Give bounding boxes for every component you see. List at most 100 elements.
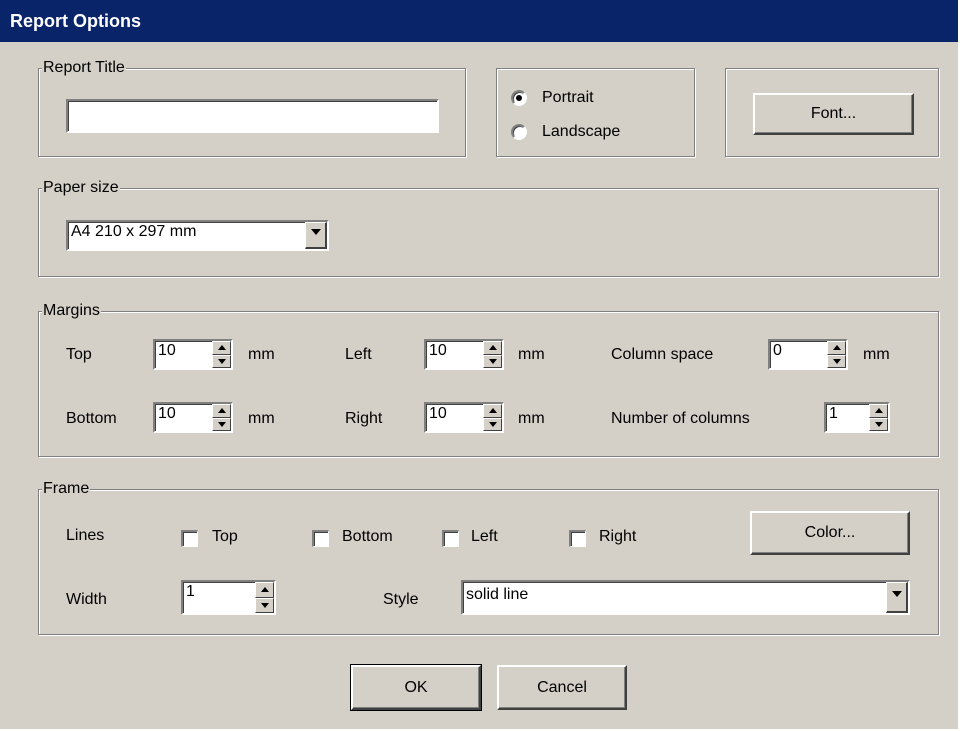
report-title-group-label: Report Title <box>42 58 126 78</box>
arrow-up-icon <box>218 408 226 413</box>
line-left-label[interactable]: Left <box>471 527 498 547</box>
cancel-button-label: Cancel <box>537 678 587 696</box>
landscape-label[interactable]: Landscape <box>542 122 620 142</box>
margin-top-label: Top <box>66 346 92 363</box>
window-title: Report Options <box>0 0 958 42</box>
margin-bottom-unit: mm <box>248 410 275 427</box>
column-space-spinner[interactable] <box>827 341 846 368</box>
paper-size-dropdown-button[interactable] <box>305 222 327 249</box>
font-group: Font... <box>725 68 939 157</box>
frame-style-select[interactable]: solid line <box>461 580 910 615</box>
arrow-up-icon <box>489 408 497 413</box>
arrow-down-icon <box>218 422 226 427</box>
style-label: Style <box>383 591 419 608</box>
margin-left-value: 10 <box>429 342 447 359</box>
frame-group: Frame Lines Top Bottom Left Right Color.… <box>38 479 939 635</box>
landscape-radio[interactable] <box>511 124 527 140</box>
margin-top-input[interactable]: 10 <box>153 339 233 370</box>
color-button-label: Color... <box>804 524 856 541</box>
spin-up-button[interactable] <box>483 404 502 418</box>
spin-up-button[interactable] <box>827 341 846 355</box>
line-bottom-checkbox[interactable] <box>312 530 329 547</box>
orientation-group: Portrait Landscape <box>496 68 695 157</box>
number-of-columns-value: 1 <box>829 405 838 422</box>
ok-button[interactable]: OK <box>350 664 482 711</box>
frame-style-dropdown-button[interactable] <box>886 582 908 613</box>
arrow-down-icon <box>833 359 841 364</box>
arrow-down-icon <box>261 603 269 608</box>
margins-group: Margins Top 10 mm Left 10 mm Column spac… <box>38 301 939 457</box>
column-space-label: Column space <box>611 346 714 363</box>
frame-group-label: Frame <box>42 479 91 499</box>
ok-button-label: OK <box>404 678 428 696</box>
font-button-label: Font... <box>810 105 857 122</box>
color-button[interactable]: Color... <box>750 511 910 555</box>
paper-size-value: A4 210 x 297 mm <box>71 223 197 240</box>
spin-up-button[interactable] <box>212 341 231 355</box>
column-space-unit: mm <box>863 346 890 363</box>
portrait-radio[interactable] <box>511 90 527 106</box>
line-right-label[interactable]: Right <box>599 527 636 547</box>
spin-down-button[interactable] <box>827 355 846 368</box>
spin-up-button[interactable] <box>255 582 274 598</box>
spin-down-button[interactable] <box>255 598 274 613</box>
margin-right-label: Right <box>345 410 383 427</box>
report-title-input[interactable] <box>66 99 439 133</box>
portrait-radio-dot <box>516 95 522 101</box>
margin-bottom-label: Bottom <box>66 410 117 427</box>
spin-down-button[interactable] <box>869 418 888 431</box>
chevron-down-icon <box>311 229 321 235</box>
font-button[interactable]: Font... <box>753 93 914 135</box>
line-left-checkbox[interactable] <box>442 530 459 547</box>
arrow-up-icon <box>489 345 497 350</box>
spin-down-button[interactable] <box>483 418 502 431</box>
line-right-checkbox[interactable] <box>569 530 586 547</box>
cancel-button[interactable]: Cancel <box>497 665 627 710</box>
margin-right-value: 10 <box>429 405 447 422</box>
column-space-input[interactable]: 0 <box>768 339 848 370</box>
margin-left-spinner[interactable] <box>483 341 502 368</box>
margin-left-unit: mm <box>518 346 545 363</box>
report-options-dialog: Report Options Report Title Portrait Lan… <box>0 0 960 731</box>
spin-down-button[interactable] <box>212 418 231 431</box>
margin-bottom-input[interactable]: 10 <box>153 402 233 433</box>
number-of-columns-spinner[interactable] <box>869 404 888 431</box>
frame-style-value: solid line <box>466 586 529 603</box>
margin-right-unit: mm <box>518 410 545 427</box>
frame-width-spinner[interactable] <box>255 582 274 613</box>
arrow-up-icon <box>875 408 883 413</box>
margin-top-unit: mm <box>248 346 275 363</box>
number-of-columns-label: Number of columns <box>611 410 750 427</box>
arrow-up-icon <box>833 345 841 350</box>
margin-right-spinner[interactable] <box>483 404 502 431</box>
frame-width-value: 1 <box>186 583 195 600</box>
report-title-group: Report Title <box>38 58 466 157</box>
margin-bottom-spinner[interactable] <box>212 404 231 431</box>
margins-group-label: Margins <box>42 301 101 321</box>
spin-down-button[interactable] <box>483 355 502 368</box>
margin-bottom-value: 10 <box>158 405 176 422</box>
margin-right-input[interactable]: 10 <box>424 402 504 433</box>
arrow-up-icon <box>261 587 269 592</box>
lines-label: Lines <box>66 527 105 544</box>
paper-size-group: Paper size A4 210 x 297 mm <box>38 178 939 277</box>
margin-top-value: 10 <box>158 342 176 359</box>
column-space-value: 0 <box>773 342 782 359</box>
spin-up-button[interactable] <box>869 404 888 418</box>
paper-size-select[interactable]: A4 210 x 297 mm <box>66 220 329 251</box>
spin-up-button[interactable] <box>483 341 502 355</box>
line-bottom-label[interactable]: Bottom <box>342 527 393 547</box>
spin-up-button[interactable] <box>212 404 231 418</box>
arrow-down-icon <box>218 359 226 364</box>
spin-down-button[interactable] <box>212 355 231 368</box>
number-of-columns-input[interactable]: 1 <box>824 402 890 433</box>
arrow-down-icon <box>489 359 497 364</box>
margin-top-spinner[interactable] <box>212 341 231 368</box>
frame-width-input[interactable]: 1 <box>181 580 276 615</box>
arrow-up-icon <box>218 345 226 350</box>
portrait-label[interactable]: Portrait <box>542 88 594 108</box>
margin-left-input[interactable]: 10 <box>424 339 504 370</box>
line-top-checkbox[interactable] <box>181 530 198 547</box>
width-label: Width <box>66 591 107 608</box>
line-top-label[interactable]: Top <box>212 527 238 547</box>
